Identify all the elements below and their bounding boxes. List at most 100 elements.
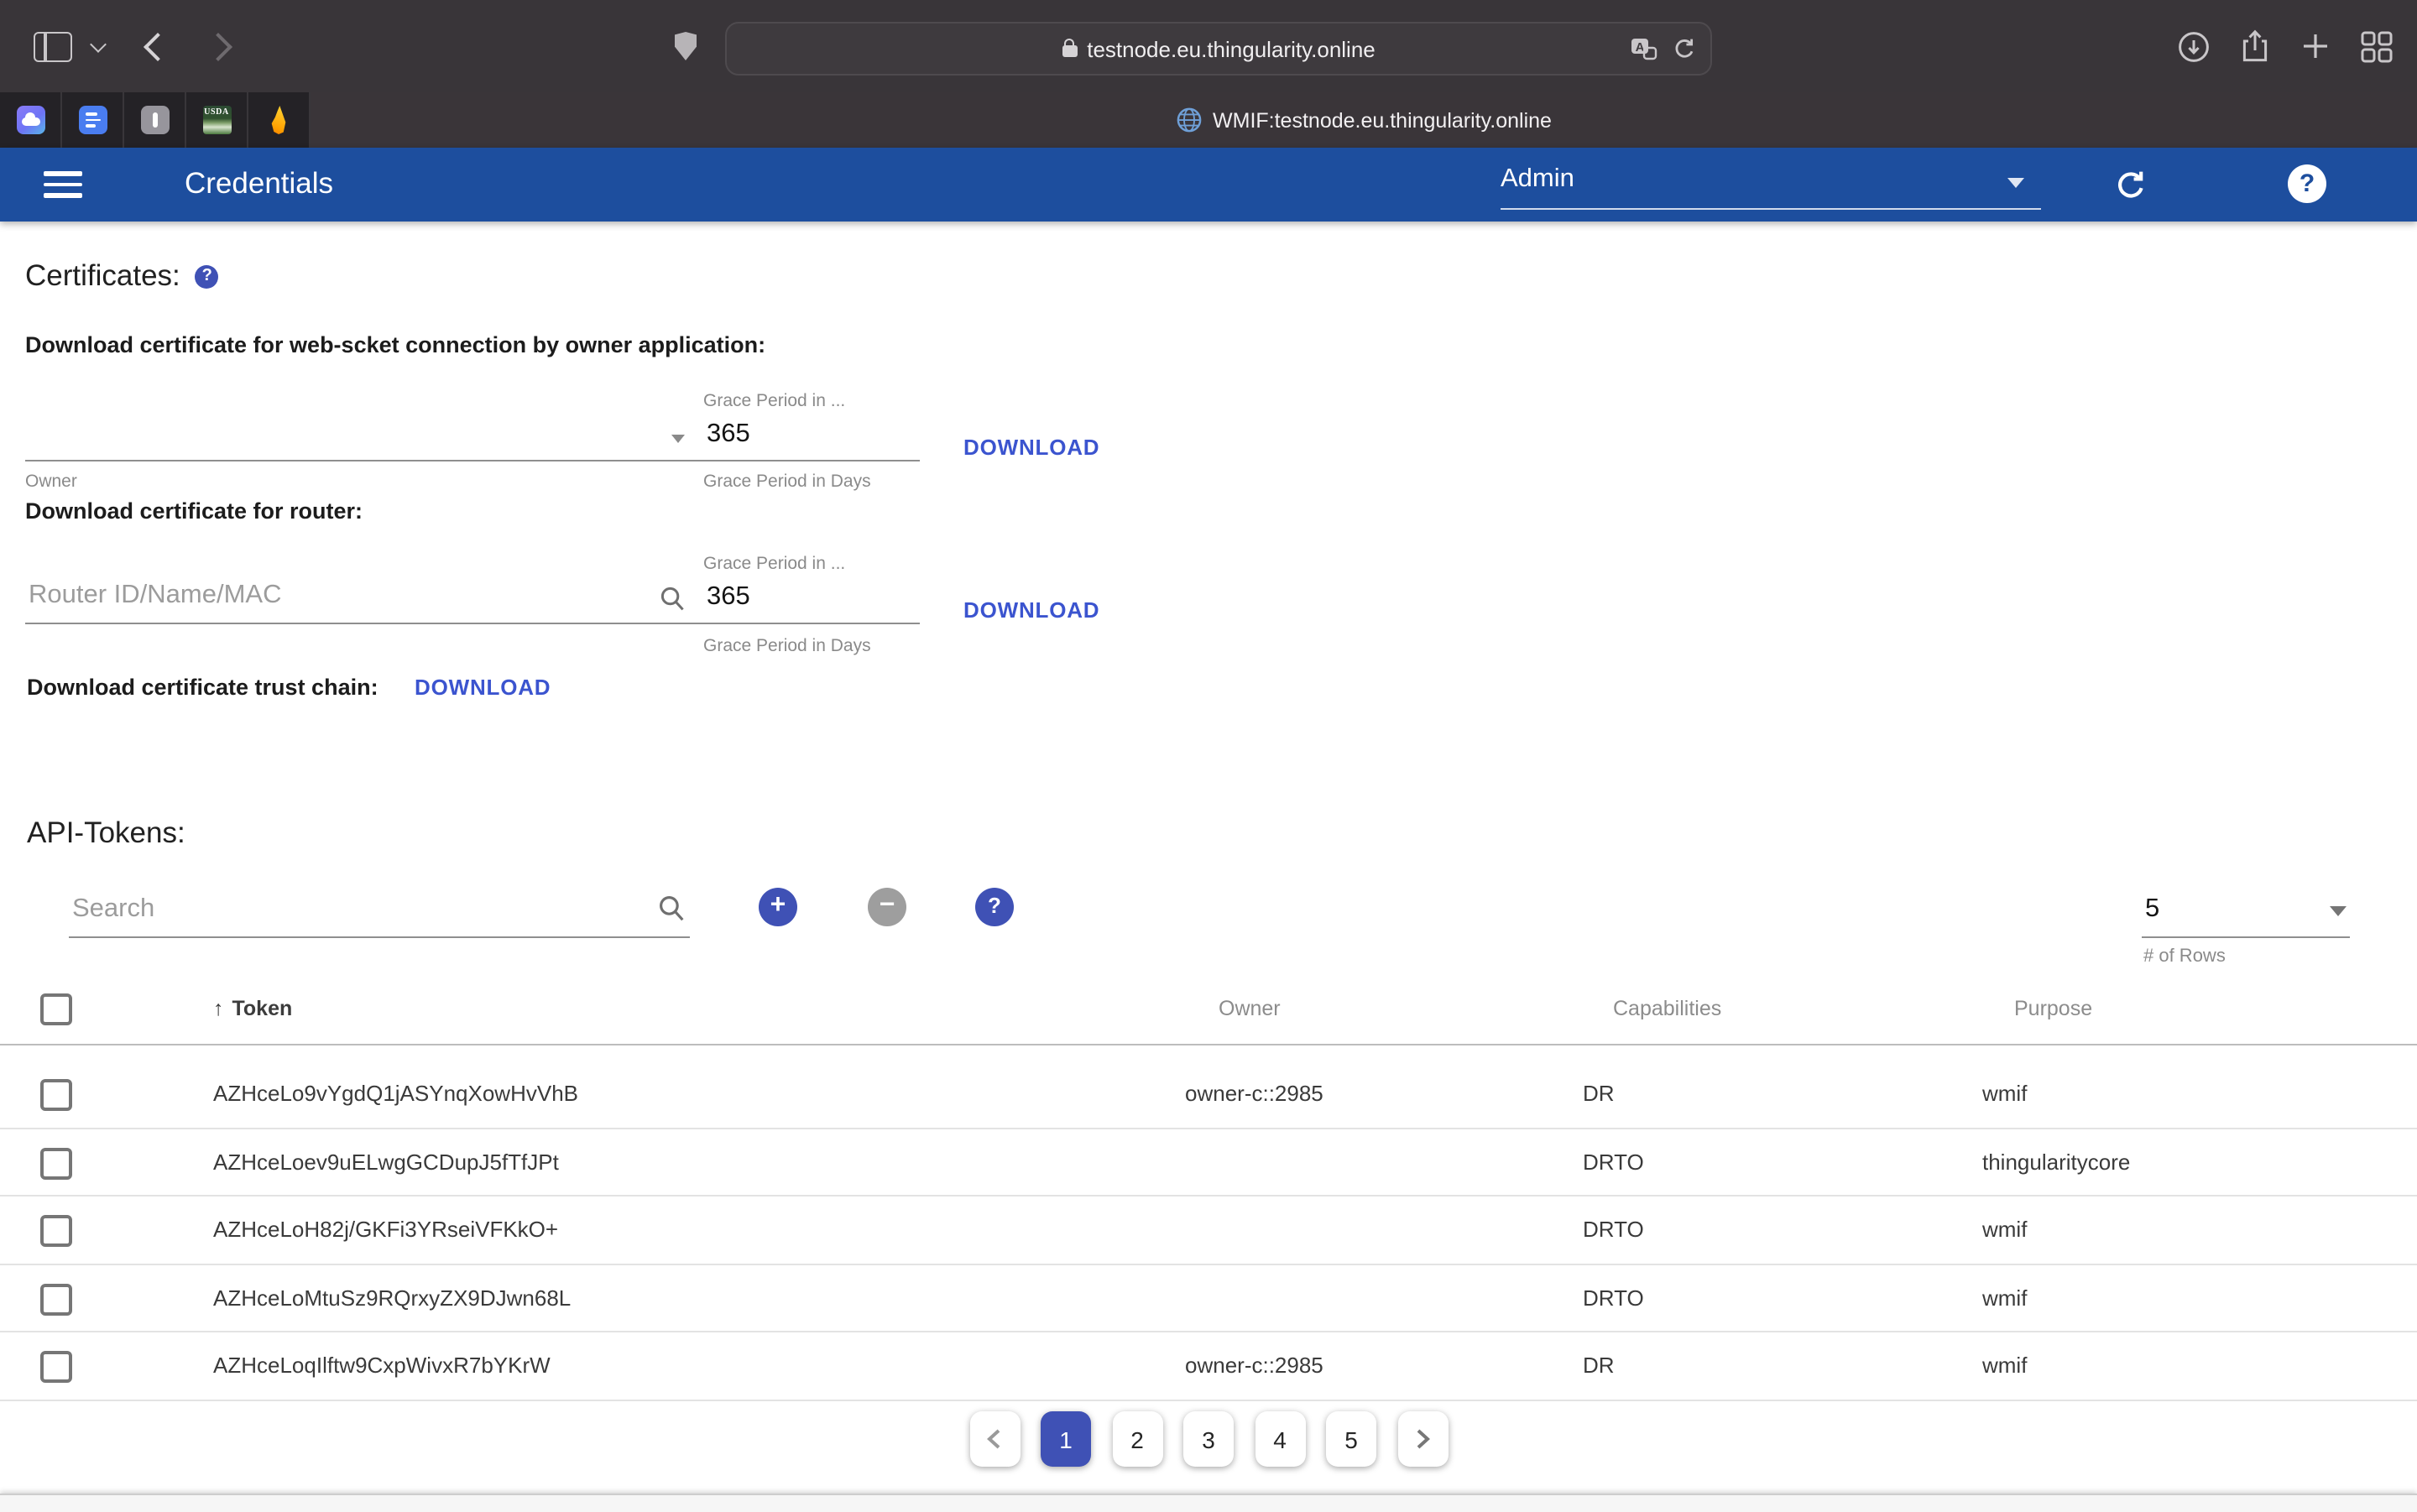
translate-icon[interactable]: A: [1630, 36, 1658, 61]
pinned-tab-5[interactable]: [248, 92, 311, 148]
tokens-help-button[interactable]: ?: [975, 888, 1014, 926]
sort-ascending-icon: ↑: [213, 997, 224, 1020]
download-trust-chain-button[interactable]: DOWNLOAD: [415, 675, 551, 700]
pinned-tab-4[interactable]: USDA: [186, 92, 248, 148]
cloud-app-icon: [16, 106, 44, 134]
pagination: 1 2 3 4 5: [0, 1411, 2417, 1467]
capabilities-cell: DR: [1583, 1061, 1615, 1127]
pinned-tab-3[interactable]: [124, 92, 186, 148]
grace-helper-text: Grace Period in Days: [703, 636, 871, 656]
purpose-cell: wmif: [1982, 1061, 2027, 1127]
help-button[interactable]: ?: [2288, 164, 2326, 203]
forward-icon[interactable]: [204, 33, 232, 61]
firebase-icon: [264, 106, 293, 134]
chevron-down-icon: [2330, 906, 2347, 916]
owner-cell: owner-c::2985: [1185, 1332, 1323, 1399]
token-cell: AZHceLo9vYgdQ1jASYnqXowHvVhB: [213, 1061, 578, 1127]
address-bar[interactable]: testnode.eu.thingularity.online A: [725, 22, 1712, 76]
pinned-tab-2[interactable]: [62, 92, 124, 148]
gray-app-icon: [140, 106, 169, 134]
page-button-2[interactable]: 2: [1112, 1411, 1162, 1467]
privacy-shield-icon[interactable]: [675, 32, 697, 60]
table-body: AZHceLo9vYgdQ1jASYnqXowHvVhB owner-c::29…: [0, 1061, 2417, 1400]
row-checkbox[interactable]: [40, 1147, 72, 1179]
table-row[interactable]: AZHceLo9vYgdQ1jASYnqXowHvVhB owner-c::29…: [0, 1061, 2417, 1129]
table-row[interactable]: AZHceLoqIlftw9CxpWivxR7bYKrW owner-c::29…: [0, 1332, 2417, 1400]
router-cert-field-row: Grace Period in ... 365: [25, 545, 920, 624]
usda-icon: USDA: [202, 106, 231, 134]
lock-icon: [1062, 45, 1077, 57]
next-page-button[interactable]: [1397, 1411, 1448, 1467]
download-owner-cert-button[interactable]: DOWNLOAD: [963, 435, 1099, 460]
grace-helper-text: Grace Period in Days: [703, 472, 871, 492]
downloads-icon[interactable]: [2177, 29, 2211, 63]
new-tab-icon[interactable]: [2300, 30, 2331, 62]
previous-page-button[interactable]: [969, 1411, 1020, 1467]
page-button-3[interactable]: 3: [1183, 1411, 1234, 1467]
user-select[interactable]: Admin: [1501, 158, 2041, 210]
grace-period-value[interactable]: 365: [707, 582, 750, 613]
token-cell: AZHceLoH82j/GKFi3YRseiVFKkO+: [213, 1197, 558, 1263]
page-button-4[interactable]: 4: [1255, 1411, 1305, 1467]
purpose-cell: wmif: [1982, 1264, 2027, 1331]
row-checkbox[interactable]: [40, 1079, 72, 1111]
owner-cert-field-row: Grace Period in ... 365: [25, 383, 920, 461]
router-id-input[interactable]: [25, 579, 653, 613]
menu-icon[interactable]: [44, 171, 82, 205]
chevron-down-icon[interactable]: [90, 36, 107, 53]
rows-per-page-select[interactable]: 5: [2142, 873, 2350, 938]
row-checkbox[interactable]: [40, 1351, 72, 1383]
certificates-heading: Certificates: ?: [25, 258, 219, 294]
reload-icon[interactable]: [1672, 36, 1697, 61]
token-search-field: [69, 873, 690, 938]
screen: testnode.eu.thingularity.online A: [0, 0, 2417, 1510]
chevron-down-icon: [2007, 178, 2024, 188]
purpose-cell: wmif: [1982, 1197, 2027, 1263]
sidebar-toggle-icon[interactable]: [34, 32, 72, 62]
share-icon[interactable]: [2239, 29, 2271, 64]
column-header-purpose[interactable]: Purpose: [2014, 997, 2092, 1020]
add-token-button[interactable]: +: [759, 888, 797, 926]
token-cell: AZHceLoqIlftw9CxpWivxR7bYKrW: [213, 1332, 551, 1399]
rows-helper-text: # of Rows: [2143, 946, 2226, 967]
websocket-cert-label: Download certificate for web-scket conne…: [25, 332, 765, 357]
table-row[interactable]: AZHceLoH82j/GKFi3YRseiVFKkO+ DRTO wmif: [0, 1197, 2417, 1264]
pinned-tab-1[interactable]: [0, 92, 62, 148]
main-content: Certificates: ? Download certificate for…: [0, 222, 2417, 1494]
docs-icon: [78, 106, 107, 134]
row-checkbox[interactable]: [40, 1283, 72, 1315]
row-checkbox[interactable]: [40, 1215, 72, 1247]
grace-period-label: Grace Period in ...: [703, 391, 845, 411]
capabilities-cell: DR: [1583, 1332, 1615, 1399]
purpose-cell: wmif: [1982, 1332, 2027, 1399]
certificates-help-icon[interactable]: ?: [196, 264, 219, 288]
select-all-checkbox[interactable]: [40, 993, 72, 1025]
download-router-cert-button[interactable]: DOWNLOAD: [963, 597, 1099, 623]
table-row[interactable]: AZHceLoev9uELwgGCDupJ5fTfJPt DRTO thingu…: [0, 1129, 2417, 1197]
capabilities-cell: DRTO: [1583, 1264, 1644, 1331]
grace-period-label: Grace Period in ...: [703, 554, 845, 574]
globe-favicon: [1176, 107, 1201, 133]
column-header-owner[interactable]: Owner: [1219, 997, 1281, 1020]
refresh-button[interactable]: [2113, 168, 2148, 203]
tab-overview-icon[interactable]: [2360, 29, 2394, 63]
table-row[interactable]: AZHceLoMtuSz9RQrxyZX9DJwn68L DRTO wmif: [0, 1264, 2417, 1332]
active-tab[interactable]: WMIF:testnode.eu.thingularity.online: [311, 92, 2417, 148]
router-search-icon[interactable]: [660, 586, 686, 613]
page-title: Credentials: [185, 166, 333, 201]
grace-period-value[interactable]: 365: [707, 420, 750, 450]
trust-chain-label: Download certificate trust chain:: [27, 675, 378, 700]
column-header-capabilities[interactable]: Capabilities: [1613, 997, 1721, 1020]
search-input[interactable]: [69, 893, 629, 926]
remove-token-button[interactable]: −: [868, 888, 906, 926]
url-text: testnode.eu.thingularity.online: [1087, 36, 1376, 61]
rows-per-page-value: 5: [2145, 894, 2159, 925]
user-select-value: Admin: [1501, 164, 1574, 195]
search-icon[interactable]: [658, 894, 686, 923]
back-icon[interactable]: [144, 33, 172, 61]
page-button-5[interactable]: 5: [1326, 1411, 1376, 1467]
capabilities-cell: DRTO: [1583, 1129, 1644, 1195]
column-header-token[interactable]: ↑Token: [213, 997, 292, 1020]
page-button-1[interactable]: 1: [1041, 1411, 1091, 1467]
owner-select-caret-icon[interactable]: [671, 435, 685, 443]
